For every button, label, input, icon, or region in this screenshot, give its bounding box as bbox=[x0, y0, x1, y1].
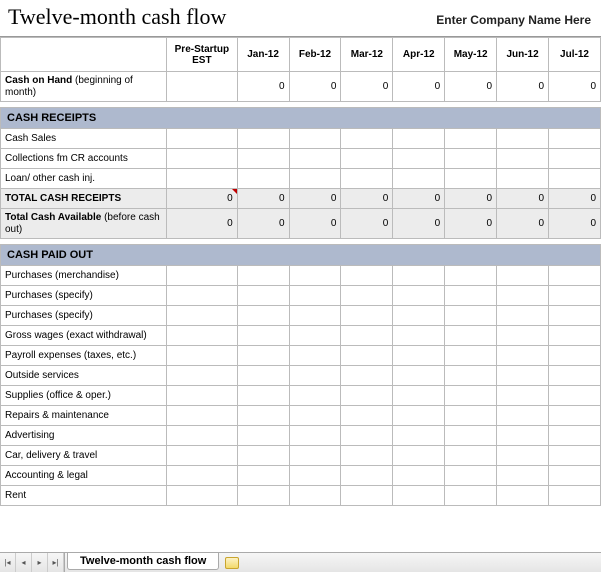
cell-label[interactable]: Total Cash Available (before cash out) bbox=[1, 209, 167, 239]
header-mar: Mar-12 bbox=[341, 38, 393, 72]
cell[interactable]: 0 bbox=[167, 189, 238, 209]
row-collections: Collections fm CR accounts bbox=[1, 149, 601, 169]
row-purchases-spec2: Purchases (specify) bbox=[1, 306, 601, 326]
cell-label[interactable]: Cash Sales bbox=[1, 129, 167, 149]
row-payroll: Payroll expenses (taxes, etc.) bbox=[1, 346, 601, 366]
cell[interactable]: 0 bbox=[237, 72, 289, 102]
cell[interactable]: 0 bbox=[393, 209, 445, 239]
title-row: Twelve-month cash flow Enter Company Nam… bbox=[0, 0, 601, 37]
section-header: CASH PAID OUT bbox=[1, 245, 601, 266]
nav-prev-icon[interactable]: ◂ bbox=[16, 553, 32, 572]
section-cash-receipts: CASH RECEIPTS bbox=[1, 108, 601, 129]
cell[interactable]: 0 bbox=[549, 189, 601, 209]
header-jul: Jul-12 bbox=[549, 38, 601, 72]
cell-label[interactable]: Loan/ other cash inj. bbox=[1, 169, 167, 189]
row-cash-on-hand: Cash on Hand (beginning of month) 0 0 0 … bbox=[1, 72, 601, 102]
row-repairs: Repairs & maintenance bbox=[1, 406, 601, 426]
cell[interactable]: 0 bbox=[497, 209, 549, 239]
header-feb: Feb-12 bbox=[289, 38, 341, 72]
row-accounting: Accounting & legal bbox=[1, 466, 601, 486]
cell[interactable]: 0 bbox=[237, 209, 289, 239]
row-car: Car, delivery & travel bbox=[1, 446, 601, 466]
cell[interactable]: 0 bbox=[393, 72, 445, 102]
cell[interactable]: 0 bbox=[549, 209, 601, 239]
row-supplies: Supplies (office & oper.) bbox=[1, 386, 601, 406]
cell[interactable]: 0 bbox=[549, 72, 601, 102]
cell[interactable]: 0 bbox=[393, 189, 445, 209]
row-purchases-spec1: Purchases (specify) bbox=[1, 286, 601, 306]
header-jun: Jun-12 bbox=[497, 38, 549, 72]
row-loan: Loan/ other cash inj. bbox=[1, 169, 601, 189]
header-jan: Jan-12 bbox=[237, 38, 289, 72]
nav-last-icon[interactable]: ▸| bbox=[48, 553, 64, 572]
section-header: CASH RECEIPTS bbox=[1, 108, 601, 129]
row-total-available: Total Cash Available (before cash out) 0… bbox=[1, 209, 601, 239]
cell-label[interactable]: TOTAL CASH RECEIPTS bbox=[1, 189, 167, 209]
cell[interactable]: 0 bbox=[341, 189, 393, 209]
company-name[interactable]: Enter Company Name Here bbox=[436, 13, 591, 27]
cell[interactable]: 0 bbox=[445, 72, 497, 102]
cell[interactable]: 0 bbox=[289, 72, 341, 102]
header-blank bbox=[1, 38, 167, 72]
cell-label[interactable]: Cash on Hand (beginning of month) bbox=[1, 72, 167, 102]
cell[interactable]: 0 bbox=[289, 209, 341, 239]
cell[interactable]: 0 bbox=[445, 209, 497, 239]
cell[interactable]: 0 bbox=[167, 209, 238, 239]
section-cash-paid-out: CASH PAID OUT bbox=[1, 245, 601, 266]
cell[interactable]: 0 bbox=[445, 189, 497, 209]
header-may: May-12 bbox=[445, 38, 497, 72]
cell[interactable]: 0 bbox=[497, 189, 549, 209]
cell[interactable]: 0 bbox=[341, 209, 393, 239]
row-purchases-merch: Purchases (merchandise) bbox=[1, 266, 601, 286]
row-total-receipts: TOTAL CASH RECEIPTS 0 0 0 0 0 0 0 0 bbox=[1, 189, 601, 209]
sheet-tab[interactable]: Twelve-month cash flow bbox=[67, 553, 219, 570]
cell[interactable]: 0 bbox=[237, 189, 289, 209]
row-rent: Rent bbox=[1, 486, 601, 506]
cashflow-table: Pre-Startup EST Jan-12 Feb-12 Mar-12 Apr… bbox=[0, 37, 601, 506]
cell-label[interactable]: Collections fm CR accounts bbox=[1, 149, 167, 169]
sheet-nav: |◂ ◂ ▸ ▸| bbox=[0, 553, 65, 572]
row-cash-sales: Cash Sales bbox=[1, 129, 601, 149]
page-title: Twelve-month cash flow bbox=[8, 4, 226, 30]
header-apr: Apr-12 bbox=[393, 38, 445, 72]
nav-first-icon[interactable]: |◂ bbox=[0, 553, 16, 572]
sheet-tab-bar: |◂ ◂ ▸ ▸| Twelve-month cash flow bbox=[0, 552, 601, 572]
row-gross-wages: Gross wages (exact withdrawal) bbox=[1, 326, 601, 346]
header-row: Pre-Startup EST Jan-12 Feb-12 Mar-12 Apr… bbox=[1, 38, 601, 72]
nav-next-icon[interactable]: ▸ bbox=[32, 553, 48, 572]
cell[interactable]: 0 bbox=[497, 72, 549, 102]
row-advertising: Advertising bbox=[1, 426, 601, 446]
cell[interactable]: 0 bbox=[341, 72, 393, 102]
header-pre: Pre-Startup EST bbox=[167, 38, 238, 72]
cell[interactable]: 0 bbox=[289, 189, 341, 209]
cell[interactable] bbox=[167, 72, 238, 102]
new-sheet-icon[interactable] bbox=[225, 557, 239, 569]
row-outside: Outside services bbox=[1, 366, 601, 386]
